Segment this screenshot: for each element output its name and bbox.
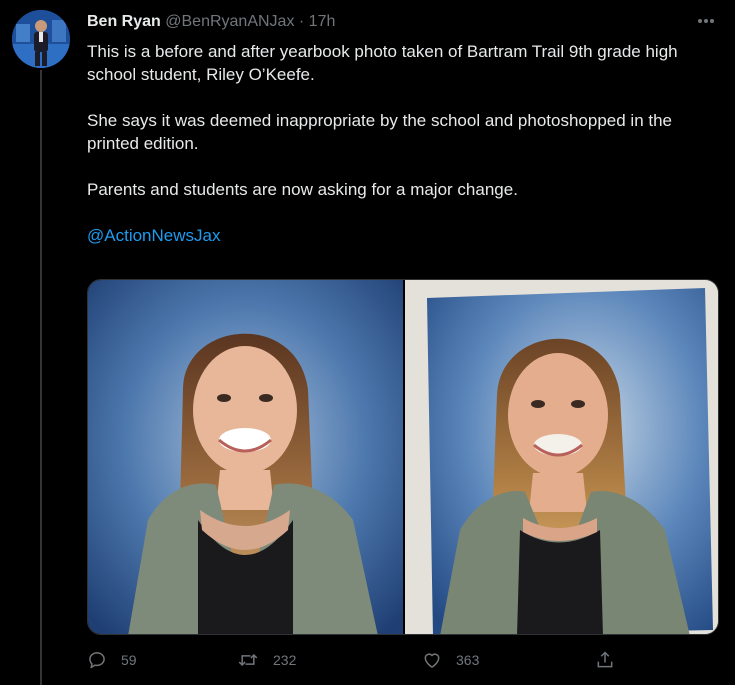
thread-line [40, 70, 42, 685]
tweet-paragraph-3: Parents and students are now asking for … [87, 180, 518, 199]
retweet-count: 232 [273, 652, 297, 668]
tweet-header: Ben Ryan @BenRyanANJax · 17h [87, 12, 335, 32]
retweet-icon [238, 653, 258, 667]
retweet-button[interactable]: 232 [237, 650, 296, 670]
tweet-actions: 59 232 363 [87, 650, 627, 676]
reply-count: 59 [121, 652, 137, 668]
tweet-paragraph-2: She says it was deemed inappropriate by … [87, 111, 673, 153]
more-horizontal-icon[interactable] [695, 10, 717, 32]
original-yearbook-photo[interactable] [88, 280, 403, 634]
like-count: 363 [456, 652, 480, 668]
heart-icon [424, 653, 440, 668]
edited-yearbook-photo[interactable] [405, 280, 718, 634]
tweet-timestamp[interactable]: 17h [309, 13, 336, 30]
author-display-name[interactable]: Ben Ryan [87, 13, 161, 30]
reply-button[interactable]: 59 [87, 650, 137, 670]
mention-link[interactable]: @ActionNewsJax [87, 226, 220, 245]
like-button[interactable]: 363 [422, 650, 479, 670]
author-handle[interactable]: @BenRyanANJax [165, 13, 294, 30]
avatar[interactable] [12, 10, 70, 68]
tweet-media [87, 279, 719, 635]
share-icon [597, 651, 613, 668]
share-button[interactable] [595, 650, 629, 670]
tweet[interactable]: Ben Ryan @BenRyanANJax · 17h This is a b… [0, 0, 735, 685]
reply-icon [89, 652, 105, 669]
tweet-paragraph-1: This is a before and after yearbook phot… [87, 42, 678, 84]
tweet-text: This is a before and after yearbook phot… [87, 40, 717, 247]
separator-dot: · [298, 13, 305, 30]
